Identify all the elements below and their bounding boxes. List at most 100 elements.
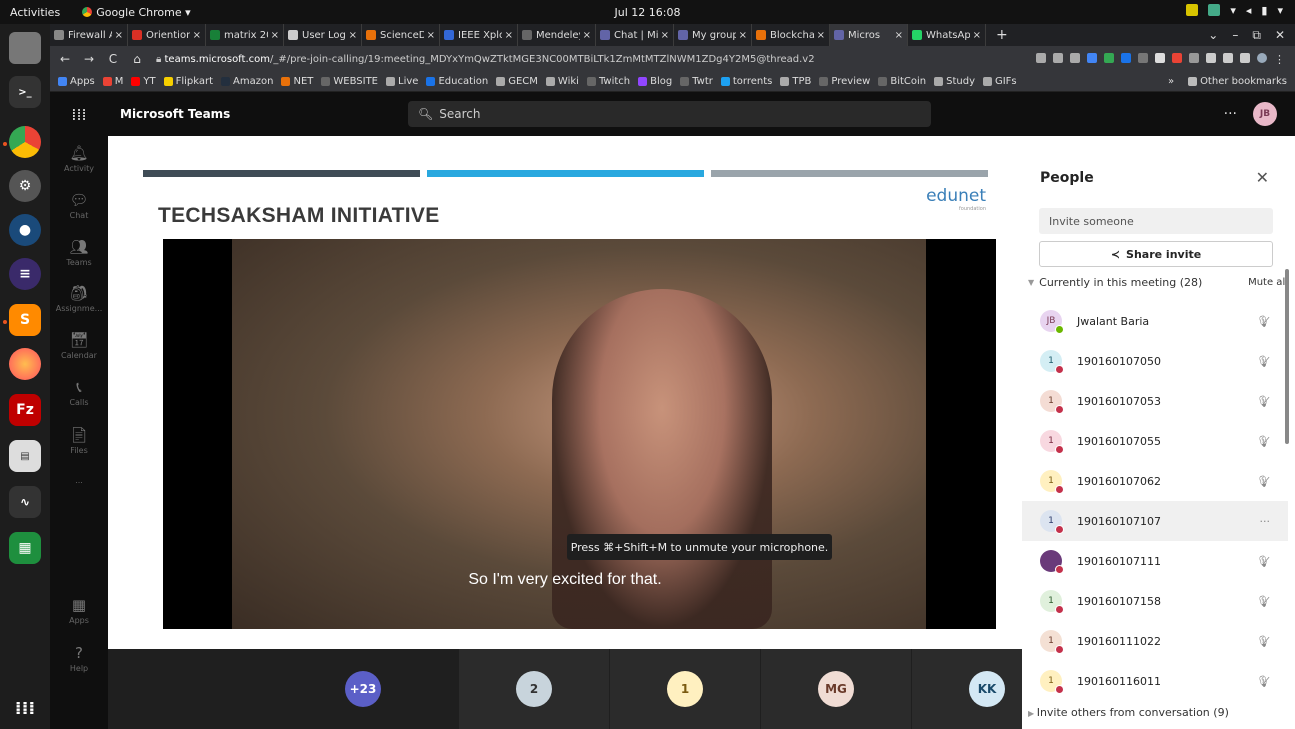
mute-all-button[interactable]: Mute all (1248, 277, 1288, 288)
shield-icon[interactable] (1208, 4, 1221, 16)
tab-close-icon[interactable]: × (817, 30, 825, 41)
tab-close-icon[interactable]: × (505, 30, 513, 41)
invite-from-conversation[interactable]: ▶ Invite others from conversation (9) (1028, 706, 1229, 719)
participant-row[interactable]: 1 190160111022 🎙︎̸ (1022, 621, 1288, 661)
bookmark-item[interactable]: BitCoin (878, 76, 926, 87)
system-monitor-app-icon[interactable]: ▤ (9, 440, 41, 472)
clock[interactable]: Jul 12 16:08 (0, 6, 1295, 19)
eclipse-app-icon[interactable]: ≡ (9, 258, 41, 290)
close-icon[interactable]: ✕ (1256, 168, 1269, 187)
home-icon[interactable]: ⌂ (128, 52, 146, 66)
extension-icon[interactable] (1189, 52, 1199, 63)
other-bookmarks[interactable]: Other bookmarks (1188, 76, 1287, 87)
participant-row[interactable]: JB Jwalant Baria 🎙︎̸ (1022, 301, 1288, 341)
tab-close-icon[interactable]: × (427, 30, 435, 41)
rail-item[interactable]: 📅︎ Calendar (50, 331, 108, 360)
chrome-menu-icon[interactable]: ⋮ (1274, 53, 1285, 66)
participant-row[interactable]: 1 190160107158 🎙︎̸ (1022, 581, 1288, 621)
address-bar[interactable]: 🔒︎ teams.microsoft.com/_#/pre-join-calli… (156, 54, 956, 65)
reading-list-icon[interactable] (1223, 52, 1233, 63)
rail-item[interactable]: 👥︎ Teams (50, 238, 108, 267)
tab-close-icon[interactable]: × (349, 30, 357, 41)
bookmark-item[interactable]: Apps (58, 76, 95, 87)
participant-tile[interactable]: 1 (610, 649, 760, 729)
bookmarks-more-icon[interactable]: » (1168, 76, 1174, 87)
share-icon[interactable] (1053, 52, 1063, 63)
app-launcher-icon[interactable]: ⁞⁞⁞ (50, 105, 108, 124)
participant-row[interactable]: 1 190160107062 🎙︎̸ (1022, 461, 1288, 501)
chrome-app-icon[interactable] (9, 126, 41, 158)
sublime-text-app-icon[interactable]: S (9, 304, 41, 336)
show-applications-icon[interactable]: ⁞⁞⁞ (9, 692, 41, 724)
invite-input[interactable]: Invite someone (1039, 208, 1273, 234)
minimize-icon[interactable]: – (1232, 28, 1238, 43)
bookmark-item[interactable]: TPB (780, 76, 811, 87)
extension-icon[interactable] (1155, 52, 1165, 63)
participant-row[interactable]: 1 190160107107 ··· (1022, 501, 1288, 541)
tab-close-icon[interactable]: × (583, 30, 591, 41)
wifi-icon[interactable]: ▾ (1230, 4, 1236, 17)
participant-row[interactable]: 1 190160107050 🎙︎̸ (1022, 341, 1288, 381)
restore-icon[interactable]: ⧉ (1252, 28, 1261, 43)
bookmark-item[interactable]: torrents (720, 76, 772, 87)
sidepanel-icon[interactable] (1240, 52, 1250, 63)
reload-icon[interactable]: C (104, 52, 122, 66)
calc-app-icon[interactable]: ▦ (9, 532, 41, 564)
tab-close-icon[interactable]: × (895, 30, 903, 41)
participant-tile[interactable]: 2 (459, 649, 609, 729)
rail-item[interactable]: ? Help (50, 644, 108, 673)
rail-item[interactable]: ▦ Apps (50, 596, 108, 625)
battery-icon[interactable]: ▮ (1261, 4, 1267, 17)
browser-tab[interactable]: Mendeley× (518, 24, 596, 46)
notes-icon[interactable] (1186, 4, 1199, 16)
bookmark-item[interactable]: GIFs (982, 76, 1017, 87)
search-input[interactable]: 🔍︎ Search (408, 101, 931, 127)
tab-close-icon[interactable]: × (973, 30, 981, 41)
browser-tab[interactable]: WhatsApp× (908, 24, 986, 46)
extension-icon[interactable] (1087, 52, 1097, 63)
terminal-app-icon[interactable]: >_ (9, 76, 41, 108)
extension-icon[interactable] (1138, 52, 1148, 63)
browser-tab[interactable]: Chat | Mic× (596, 24, 674, 46)
bookmark-item[interactable]: Blog (638, 76, 672, 87)
mic-off-icon[interactable]: 🎙︎̸ (1256, 315, 1270, 328)
rail-item[interactable]: 🎒︎ Assignme... (50, 284, 108, 313)
rail-item[interactable]: 📞︎ Calls (50, 378, 108, 407)
settings-app-icon[interactable]: ⚙ (9, 170, 41, 202)
extension-icon[interactable] (1172, 52, 1182, 63)
avatar[interactable]: JB (1253, 102, 1277, 126)
bookmark-item[interactable]: NET (281, 76, 313, 87)
bookmark-item[interactable]: Live (386, 76, 418, 87)
filezilla-app-icon[interactable]: Fz (9, 394, 41, 426)
browser-tab[interactable]: Blockchain× (752, 24, 830, 46)
participant-row[interactable]: 1 190160107055 🎙︎̸ (1022, 421, 1288, 461)
bookmark-item[interactable]: WEBSITE (321, 76, 378, 87)
bookmark-item[interactable]: Twtr (680, 76, 713, 87)
volume-icon[interactable]: ◂ (1246, 4, 1252, 17)
power-menu-icon[interactable]: ▾ (1277, 4, 1283, 17)
participant-tile[interactable]: MG (761, 649, 911, 729)
tab-close-icon[interactable]: × (661, 30, 669, 41)
extension-icon[interactable] (1121, 52, 1131, 63)
rail-item[interactable]: 🔔︎ Activity (50, 144, 108, 173)
mic-off-icon[interactable]: 🎙︎̸ (1256, 595, 1270, 608)
back-icon[interactable]: ← (56, 52, 74, 66)
puzzle-icon[interactable] (1206, 52, 1216, 63)
mic-off-icon[interactable]: 🎙︎̸ (1256, 675, 1270, 688)
firefox-app-icon[interactable] (9, 348, 41, 380)
bookmark-item[interactable]: Study (934, 76, 975, 87)
bookmark-item[interactable]: Amazon (221, 76, 273, 87)
participant-row[interactable]: 1 190160116011 🎙︎̸ (1022, 661, 1288, 701)
browser-tab[interactable]: matrix 202× (206, 24, 284, 46)
bookmark-item[interactable]: M (102, 76, 123, 87)
bookmark-item[interactable]: Flipkart (163, 76, 213, 87)
forward-icon[interactable]: → (80, 52, 98, 66)
mic-off-icon[interactable]: 🎙︎̸ (1256, 555, 1270, 568)
steam-app-icon[interactable]: ● (9, 214, 41, 246)
star-icon[interactable] (1070, 52, 1080, 63)
tab-close-icon[interactable]: × (739, 30, 747, 41)
bookmark-item[interactable]: Wiki (545, 76, 579, 87)
more-options-icon[interactable]: ··· (1224, 106, 1237, 122)
extension-icon[interactable] (1104, 52, 1114, 63)
browser-tab[interactable]: ScienceDi× (362, 24, 440, 46)
